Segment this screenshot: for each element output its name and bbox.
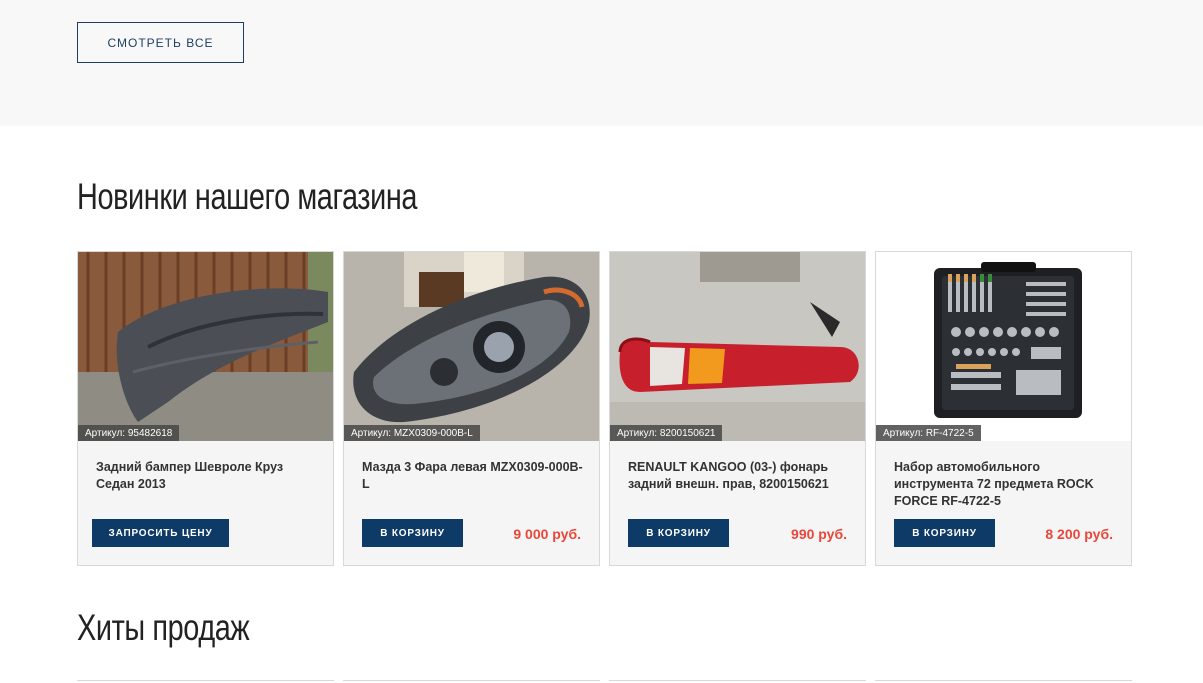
product-card[interactable]: Артикул: 8200150621 RENAULT KANGOO (03-)… (609, 251, 866, 566)
request-price-button[interactable]: ЗАПРОСИТЬ ЦЕНУ (92, 519, 229, 547)
product-sku: Артикул: 95482618 (78, 425, 180, 441)
view-all-button[interactable]: СМОТРЕТЬ ВСЕ (77, 22, 244, 63)
product-price: 9 000 руб. (513, 526, 581, 542)
product-name[interactable]: Набор автомобильного инструмента 72 пред… (894, 459, 1119, 510)
new-products-grid: Артикул: 95482618 Задний бампер Шевроле … (77, 251, 1132, 566)
add-to-cart-button[interactable]: В КОРЗИНУ (362, 519, 463, 547)
product-name[interactable]: Мазда 3 Фара левая MZX0309-000B-L (362, 459, 587, 493)
product-card[interactable]: Артикул: RF-4722-5 Набор автомобильного … (875, 251, 1132, 566)
taillight-photo (610, 252, 865, 441)
product-image-toolset[interactable]: Артикул: RF-4722-5 (876, 252, 1131, 441)
product-sku: Артикул: RF-4722-5 (876, 425, 981, 441)
toolset-photo (876, 252, 1131, 441)
section-title-hits: Хиты продаж (77, 607, 250, 648)
bumper-photo (78, 252, 333, 441)
section-title-new: Новинки нашего магазина (77, 176, 418, 217)
product-image-headlight[interactable]: Артикул: MZX0309-000B-L (344, 252, 599, 441)
add-to-cart-button[interactable]: В КОРЗИНУ (894, 519, 995, 547)
product-image-bumper[interactable]: Артикул: 95482618 (78, 252, 333, 441)
headlight-photo (344, 252, 599, 441)
add-to-cart-button[interactable]: В КОРЗИНУ (628, 519, 729, 547)
product-card[interactable]: Артикул: 95482618 Задний бампер Шевроле … (77, 251, 334, 566)
product-card[interactable]: Артикул: MZX0309-000B-L Мазда 3 Фара лев… (343, 251, 600, 566)
product-sku: Артикул: MZX0309-000B-L (344, 425, 480, 441)
product-sku: Артикул: 8200150621 (610, 425, 723, 441)
product-name[interactable]: Задний бампер Шевроле Круз Седан 2013 (96, 459, 321, 493)
product-price: 8 200 руб. (1045, 526, 1113, 542)
product-price: 990 руб. (791, 526, 847, 542)
product-image-taillight[interactable]: Артикул: 8200150621 (610, 252, 865, 441)
top-band (0, 0, 1203, 126)
product-name[interactable]: RENAULT KANGOO (03-) фонарь задний внешн… (628, 459, 853, 493)
